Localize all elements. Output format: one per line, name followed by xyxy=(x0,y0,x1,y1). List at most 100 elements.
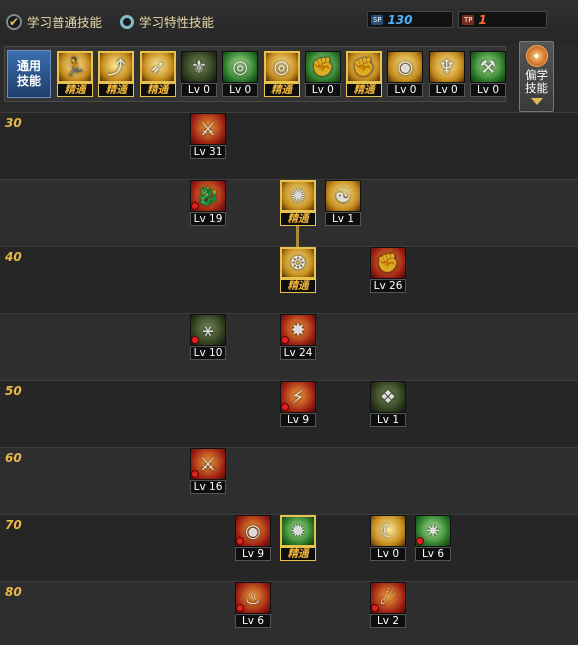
skill-level-label: Lv 19 xyxy=(190,212,226,226)
orb-icon[interactable]: ❂ xyxy=(280,247,316,279)
checkmark-icon[interactable]: ✔ xyxy=(6,13,22,30)
skill-slot[interactable]: ☾ Lv 0 xyxy=(370,515,406,561)
skill-level-label: Lv 16 xyxy=(190,480,226,494)
common-label-line1: 通用 xyxy=(16,59,41,73)
skill-slot[interactable]: ➶ 精通 xyxy=(139,51,176,97)
skill-slot[interactable]: ⤴ 精通 xyxy=(98,51,135,97)
skill-level-label: 精通 xyxy=(280,547,316,561)
skill-slot[interactable]: ☯ Lv 1 xyxy=(325,180,361,226)
skill-level-label: Lv 6 xyxy=(235,614,271,628)
strike-icon[interactable]: ✊ xyxy=(346,51,383,83)
common-skills-row: 通用 技能 🏃 精通 ⤴ 精通 ➶ 精通 ⚜ Lv 0 ◎ Lv 0 ◎ 精通 ✊ Lv 0 ✊ 精通 ◉ Lv … xyxy=(4,46,506,102)
skill-slot[interactable]: ◎ Lv 0 xyxy=(222,51,259,97)
learn-special-option[interactable]: 学习特性技能 xyxy=(120,12,214,31)
learn-normal-label: 学习普通技能 xyxy=(27,15,103,30)
lock-badge-icon xyxy=(191,202,199,210)
tp-tag: TP xyxy=(462,14,475,25)
skill-level-label: Lv 0 xyxy=(304,83,341,97)
lock-badge-icon xyxy=(416,537,424,545)
skill-level-label: Lv 2 xyxy=(370,614,406,628)
skill-slot[interactable]: ✊ 精通 xyxy=(346,51,383,97)
skill-slot[interactable]: ⚔ Lv 16 xyxy=(190,448,226,494)
strike-icon[interactable]: ✊ xyxy=(304,51,341,83)
level-requirement: 50 xyxy=(5,384,22,398)
skill-level-label: 精通 xyxy=(139,83,176,97)
skill-level-label: 精通 xyxy=(98,83,135,97)
skill-level-label: Lv 1 xyxy=(325,212,361,226)
skill-slot[interactable]: ✷ Lv 6 xyxy=(415,515,451,561)
advanced-label-line2: 技能 xyxy=(525,81,548,95)
lock-badge-icon xyxy=(281,403,289,411)
skill-slot[interactable]: ◉ Lv 9 xyxy=(235,515,271,561)
nova-icon[interactable]: ✹ xyxy=(280,515,316,547)
skill-slot[interactable]: ⚔ Lv 31 xyxy=(190,113,226,159)
eye-icon[interactable]: ◉ xyxy=(387,51,424,83)
skill-level-label: 精通 xyxy=(280,279,316,293)
hammer-icon[interactable]: ⚒ xyxy=(470,51,506,83)
skill-slot[interactable]: ⚜ Lv 0 xyxy=(180,51,217,97)
skill-level-label: Lv 10 xyxy=(190,346,226,360)
fist-icon[interactable]: ✊ xyxy=(370,247,406,279)
spirit-icon[interactable]: ❖ xyxy=(370,381,406,413)
skill-slot[interactable]: ◎ 精通 xyxy=(263,51,300,97)
skill-level-label: Lv 0 xyxy=(470,83,506,97)
skill-slot[interactable]: ♨ Lv 6 xyxy=(235,582,271,628)
sp-value: 130 xyxy=(387,12,413,27)
skill-slot[interactable]: ✺ 精通 xyxy=(280,180,316,226)
skill-slot[interactable]: ❂ 精通 xyxy=(280,247,316,293)
skill-slot[interactable]: ❖ Lv 1 xyxy=(370,381,406,427)
claw-icon[interactable]: ☾ xyxy=(370,515,406,547)
skill-slot[interactable]: ♆ Lv 0 xyxy=(428,51,465,97)
skill-level-label: Lv 0 xyxy=(370,547,406,561)
skill-slot[interactable]: ⚹ Lv 10 xyxy=(190,314,226,360)
skill-slot[interactable]: ⚡ Lv 9 xyxy=(280,381,316,427)
radio-icon[interactable] xyxy=(120,14,134,29)
skill-level-label: 精通 xyxy=(280,212,316,226)
target-icon[interactable]: ◎ xyxy=(263,51,300,83)
wings-icon[interactable]: ⚜ xyxy=(180,51,217,83)
skill-level-label: Lv 0 xyxy=(222,83,259,97)
skill-level-label: Lv 24 xyxy=(280,346,316,360)
skill-connector xyxy=(296,226,299,247)
lock-badge-icon xyxy=(191,336,199,344)
common-skills-label: 通用 技能 xyxy=(7,50,51,98)
tp-value: 1 xyxy=(478,12,487,27)
level-requirement: 80 xyxy=(5,585,22,599)
skill-slot[interactable]: ⚒ Lv 0 xyxy=(470,51,506,97)
skill-level-label: 精通 xyxy=(57,83,93,97)
target-icon[interactable]: ◎ xyxy=(222,51,259,83)
sp-counter: SP 130 xyxy=(367,11,453,28)
lock-badge-icon xyxy=(191,470,199,478)
lock-badge-icon xyxy=(371,604,379,612)
dash-icon[interactable]: ➶ xyxy=(139,51,176,83)
learn-normal-option[interactable]: ✔ 学习普通技能 xyxy=(6,12,102,31)
row-divider xyxy=(0,112,578,113)
lock-badge-icon xyxy=(236,537,244,545)
skill-level-label: Lv 26 xyxy=(370,279,406,293)
tree-row: 30 xyxy=(0,112,578,179)
advanced-skills-button[interactable]: ✦ 偏学 技能 xyxy=(519,41,554,112)
run-icon[interactable]: 🏃 xyxy=(57,51,93,83)
skill-tree: 30 40 50 60 70 80 ⚔ Lv 31 🐉 Lv 19 ✺ 精通 ☯ Lv 1 ❂ 精通 ✊ Lv 2… xyxy=(0,112,578,645)
tree-row: 60 xyxy=(0,447,578,514)
skill-slot[interactable]: ☄ Lv 2 xyxy=(370,582,406,628)
level-requirement: 40 xyxy=(5,250,22,264)
flame-icon[interactable]: ✺ xyxy=(280,180,316,212)
skill-slot[interactable]: ✊ Lv 0 xyxy=(304,51,341,97)
learn-special-label: 学习特性技能 xyxy=(139,15,215,30)
skill-slot[interactable]: ◉ Lv 0 xyxy=(387,51,424,97)
monk-icon[interactable]: ☯ xyxy=(325,180,361,212)
level-requirement: 70 xyxy=(5,518,22,532)
skill-slot[interactable]: 🐉 Lv 19 xyxy=(190,180,226,226)
slash-icon[interactable]: ⚔ xyxy=(190,113,226,145)
flex-icon[interactable]: ♆ xyxy=(428,51,465,83)
skill-slot[interactable]: ✊ Lv 26 xyxy=(370,247,406,293)
skill-level-label: Lv 0 xyxy=(428,83,465,97)
leap-icon[interactable]: ⤴ xyxy=(98,51,135,83)
chevron-down-icon xyxy=(530,98,543,105)
skill-slot[interactable]: 🏃 精通 xyxy=(57,51,93,97)
skill-level-label: Lv 31 xyxy=(190,145,226,159)
skill-level-label: 精通 xyxy=(263,83,300,97)
skill-slot[interactable]: ✸ Lv 24 xyxy=(280,314,316,360)
skill-slot[interactable]: ✹ 精通 xyxy=(280,515,316,561)
